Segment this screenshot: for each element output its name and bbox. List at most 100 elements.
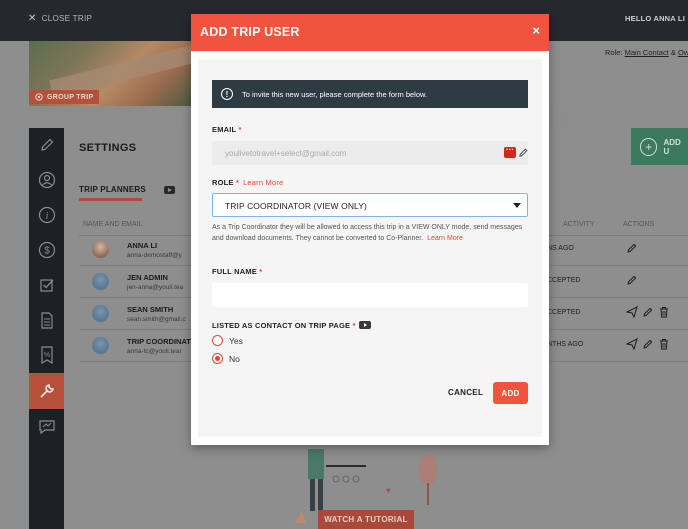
radio-yes[interactable]: Yes (212, 335, 243, 346)
active-tab-indicator (79, 198, 142, 201)
group-icon (35, 93, 43, 101)
people-icon (38, 171, 55, 189)
modal-title: ADD TRIP USER (200, 25, 300, 39)
pencil-icon (40, 138, 53, 151)
close-trip-label: CLOSE TRIP (41, 14, 93, 23)
add-user-button[interactable]: + ADD U (631, 128, 688, 165)
document-icon (40, 311, 53, 329)
trash-icon[interactable] (658, 306, 670, 318)
svg-text:%: % (43, 352, 49, 359)
email-value: youlivetotravel+select@gmail.com (225, 149, 347, 158)
email-label: EMAIL * (212, 125, 242, 134)
alert-icon: ! (221, 88, 233, 100)
role-learn-more-link[interactable]: Learn More (243, 178, 283, 187)
user-greeting[interactable]: HELLO ANNA LI (625, 14, 685, 23)
sidebar-item-settings[interactable] (29, 373, 64, 409)
avatar (92, 305, 109, 322)
svg-text:$: $ (44, 246, 50, 257)
sidebar-item-payments[interactable]: $ (29, 233, 64, 267)
owner-link[interactable]: Ow (678, 48, 688, 57)
sidebar-item-discounts[interactable]: % (29, 338, 64, 372)
cancel-button[interactable]: CANCEL (448, 388, 483, 397)
full-name-label: FULL NAME * (212, 267, 263, 276)
listed-contact-label: LISTED AS CONTACT ON TRIP PAGE * (212, 321, 371, 330)
close-icon[interactable]: × (532, 24, 540, 37)
edit-icon[interactable] (626, 274, 638, 286)
header-actions: ACTIONS (623, 221, 655, 228)
close-icon: ✕ (28, 13, 37, 24)
svg-text:♥: ♥ (386, 486, 391, 495)
page-title: SETTINGS (79, 142, 137, 154)
role-help-text: As a Trip Coordinator they will be allow… (212, 224, 523, 242)
video-icon[interactable] (358, 321, 371, 329)
add-trip-user-modal: ADD TRIP USER × ! To invite this new use… (191, 14, 549, 445)
send-icon[interactable] (626, 306, 638, 318)
sidebar-item-messages[interactable] (29, 410, 64, 444)
wrench-icon (39, 384, 54, 398)
role-selected-value: TRIP COORDINATOR (VIEW ONLY) (225, 201, 367, 211)
user-status: CCEPTED (547, 309, 581, 316)
radio-no-label: No (229, 353, 240, 364)
watch-tutorial-button[interactable]: WATCH A TUTORIAL (318, 510, 414, 529)
discount-tag-icon: % (40, 346, 53, 364)
sidebar-item-info[interactable]: i (29, 198, 64, 232)
main-contact-link[interactable]: Main Contact (625, 48, 669, 57)
avatar (92, 337, 109, 354)
info-text: To invite this new user, please complete… (242, 89, 428, 99)
password-manager-icon[interactable]: ··· (504, 146, 516, 158)
pencil-icon[interactable] (518, 147, 529, 158)
add-user-label: ADD U (663, 137, 681, 156)
sidebar-item-documents[interactable] (29, 303, 64, 337)
plus-icon: + (640, 137, 658, 156)
user-status: NTHS AGO (547, 341, 584, 348)
modal-header: ADD TRIP USER × (191, 14, 549, 51)
tab-trip-planners[interactable]: TRIP PLANNERS (79, 185, 146, 194)
info-banner: ! To invite this new user, please comple… (212, 80, 528, 108)
send-icon[interactable] (626, 338, 638, 350)
radio-no[interactable]: No (212, 353, 240, 364)
video-icon[interactable] (164, 186, 175, 194)
role-label: ROLE * Learn More (212, 178, 284, 187)
avatar (92, 241, 109, 258)
group-trip-label: GROUP TRIP (47, 93, 94, 101)
info-icon: i (38, 206, 55, 224)
full-name-input[interactable] (212, 283, 528, 307)
dollar-icon: $ (38, 241, 55, 259)
header-activity: ACTIVITY (563, 221, 595, 228)
sidebar-item-tasks[interactable] (29, 268, 64, 302)
user-email: jen-anna@youli.tea (127, 284, 184, 291)
user-email: sean.smith@gmail.c (127, 316, 186, 323)
trash-icon[interactable] (658, 338, 670, 350)
edit-icon[interactable] (642, 338, 654, 350)
email-field[interactable]: youlivetotravel+select@gmail.com ··· (212, 141, 528, 165)
user-status: NS AGO (547, 245, 574, 252)
user-email: anna-demostaff@y (127, 252, 182, 259)
add-button[interactable]: ADD (493, 382, 528, 404)
edit-icon[interactable] (626, 242, 638, 254)
close-trip-link[interactable]: ✕ CLOSE TRIP (28, 13, 92, 24)
sidebar: i $ % (29, 128, 64, 529)
radio-yes-label: Yes (229, 335, 243, 346)
avatar (92, 273, 109, 290)
sidebar-item-people[interactable] (29, 163, 64, 197)
user-email: anna-tc@youli.tear (127, 348, 182, 355)
header-name-email: NAME AND EMAIL (83, 221, 143, 228)
role-line: Role: Main Contact & Ow (605, 48, 688, 57)
help-learn-more-link[interactable]: Learn More (427, 235, 463, 242)
group-trip-badge: GROUP TRIP (29, 90, 100, 104)
role-select[interactable]: TRIP COORDINATOR (VIEW ONLY) (212, 193, 528, 217)
checkbox-icon (39, 279, 53, 292)
user-status: CCEPTED (547, 277, 581, 284)
radio-circle-selected[interactable] (212, 353, 223, 364)
edit-icon[interactable] (642, 306, 654, 318)
user-name: TRIP COORDINAT (127, 337, 191, 346)
chat-icon (38, 420, 55, 435)
user-name: ANNA LI (127, 241, 158, 250)
svg-text:i: i (45, 211, 48, 222)
user-name: SEAN SMITH (127, 305, 174, 314)
sidebar-item-edit[interactable] (29, 128, 64, 162)
radio-circle[interactable] (212, 335, 223, 346)
modal-form: ! To invite this new user, please comple… (198, 59, 542, 437)
user-name: JEN ADMIN (127, 273, 168, 282)
chevron-down-icon (513, 203, 521, 208)
